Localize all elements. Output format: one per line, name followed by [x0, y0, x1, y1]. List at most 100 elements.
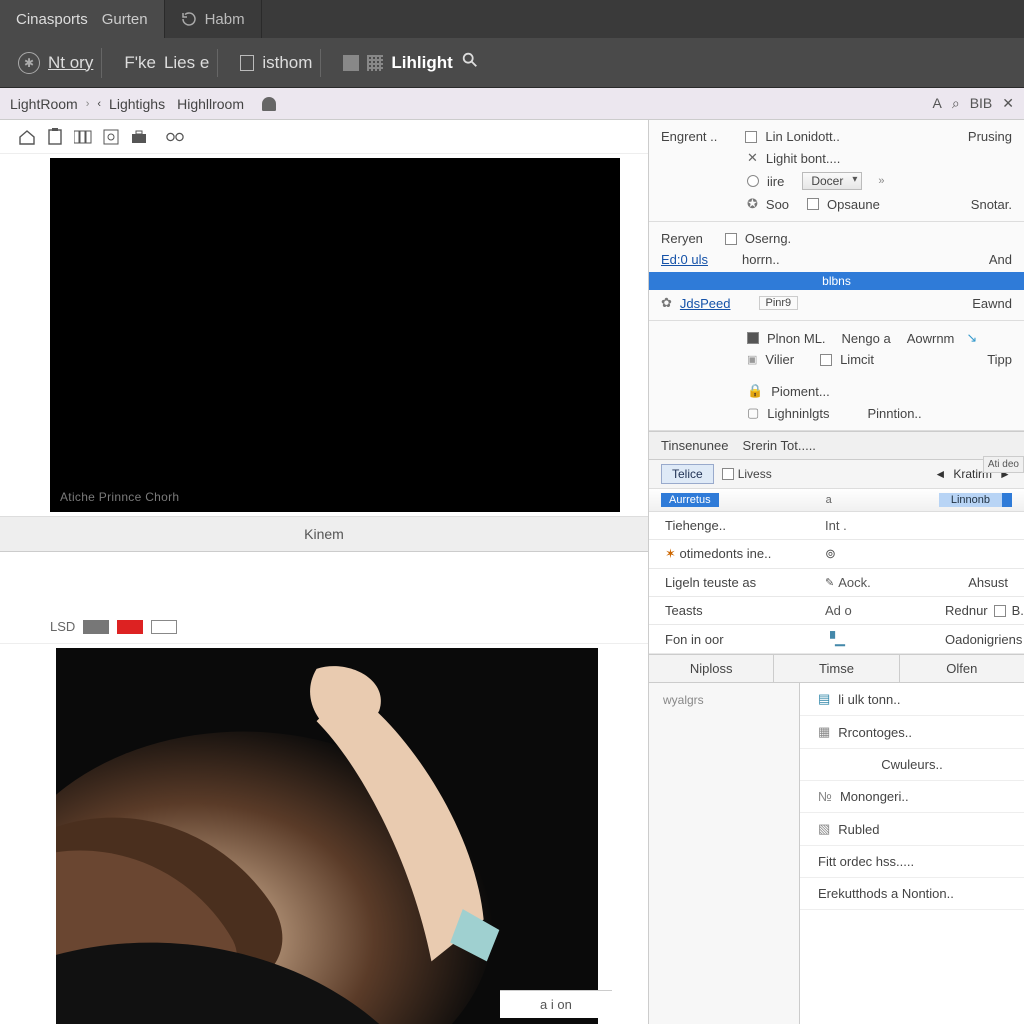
list-item[interactable]: Ligeln teuste as ✎Aock. Ahsust	[649, 569, 1024, 597]
list-item[interactable]: Teasts Ad o Rednur B.	[649, 597, 1024, 625]
menu-item[interactable]: ▧Rubled	[800, 813, 1024, 846]
menu-item[interactable]: Lies e	[164, 53, 209, 73]
briefcase-icon[interactable]	[130, 128, 148, 146]
close-icon[interactable]: ✕	[1002, 95, 1014, 112]
checkbox[interactable]	[820, 354, 832, 366]
menu-item[interactable]: Erekutthods a Nontion..	[800, 878, 1024, 910]
badge: Pinr9	[759, 296, 799, 310]
opt-label[interactable]: Pinntion..	[867, 406, 921, 421]
breadcrumb-item[interactable]: Highllroom	[177, 96, 244, 112]
dropdown-docer[interactable]: Docer	[802, 172, 862, 190]
photo-thumbnail[interactable]	[56, 648, 598, 1024]
preview-footer: Kinem	[0, 516, 648, 552]
breadcrumb-item[interactable]: Lightighs	[109, 96, 165, 112]
panel-reryen: Reryen Oserng. Ed:0 uls horrn.. And blbn…	[649, 222, 1024, 321]
list-item[interactable]: Tiehenge.. Int .	[649, 512, 1024, 540]
opt-label: Soo	[766, 197, 789, 212]
chip-mid: a	[729, 494, 929, 506]
cell-value: Int .	[825, 518, 945, 533]
flag-chip-grey[interactable]	[83, 620, 109, 634]
breadcrumb-bar: LightRoom › ‹ Lightighs Highllroom A ⌕ B…	[0, 88, 1024, 120]
tab-niploss[interactable]: Niploss	[649, 655, 774, 682]
cell-right: Ahsust	[945, 575, 1008, 590]
window-tab-bar: Cinasports Gurten Habm	[0, 0, 1024, 38]
home-icon[interactable]	[18, 128, 36, 146]
opt-label: Lin Lonidott..	[765, 129, 839, 144]
flag-chip-red[interactable]	[117, 620, 143, 634]
right-pane: Engrent .. Lin Lonidott.. Prusing ✕ Ligh…	[649, 120, 1024, 1024]
play-prev-icon[interactable]: ◄	[933, 467, 947, 481]
side-tag: Ati deo	[983, 456, 1024, 473]
close-icon[interactable]: ✕	[747, 150, 758, 166]
menu-item[interactable]: Lihlight	[391, 53, 452, 73]
panel-engrent: Engrent .. Lin Lonidott.. Prusing ✕ Ligh…	[649, 120, 1024, 222]
square-icon	[343, 55, 359, 71]
clipboard-icon[interactable]	[46, 128, 64, 146]
checkbox[interactable]	[747, 332, 759, 344]
search-icon[interactable]: ⌕	[952, 95, 960, 112]
checkbox[interactable]	[722, 468, 734, 480]
preview-footer-label: Kinem	[304, 526, 344, 542]
menu-group-1: ✱ Nt ory	[10, 48, 102, 78]
list-item[interactable]: ✶ otimedonts ine.. ⊚	[649, 540, 1024, 569]
chip-secondary[interactable]: Linnonb	[939, 493, 1012, 507]
grid-icon	[367, 55, 383, 71]
menu-item[interactable]: isthom	[262, 53, 312, 73]
chip-selected[interactable]: Aurretus	[661, 493, 719, 507]
tab-timse[interactable]: Timse	[774, 655, 899, 682]
cell-label: Teasts	[665, 603, 825, 618]
selected-row[interactable]: blbns	[649, 272, 1024, 290]
menu-item[interactable]: Nt ory	[48, 53, 93, 73]
radio[interactable]	[747, 175, 759, 187]
checkbox[interactable]	[745, 131, 757, 143]
text-size-icon[interactable]: A	[933, 95, 942, 112]
preview-canvas[interactable]: Atiche Prinnce Chorh	[50, 158, 620, 512]
opt-label: Vilier	[765, 352, 794, 367]
menu-item[interactable]: №Monongeri..	[800, 781, 1024, 813]
window-tab-1[interactable]: Cinasports Gurten	[0, 0, 165, 38]
arrow-icon: ↘	[966, 330, 977, 346]
menu-item[interactable]: ▦Rrcontoges..	[800, 716, 1024, 749]
bib-label[interactable]: BIB	[970, 95, 993, 112]
checkbox[interactable]	[725, 233, 737, 245]
checkbox[interactable]	[994, 605, 1006, 617]
context-menu: ▤li ulk tonn.. ▦Rrcontoges.. Cwuleurs.. …	[799, 683, 1024, 1024]
frames-icon[interactable]	[74, 128, 92, 146]
strip-label: LSD	[50, 619, 75, 634]
main-area: Atiche Prinnce Chorh Kinem LSD	[0, 120, 1024, 1024]
footer-tag: a i on	[500, 990, 612, 1018]
float-tabs: Telice Livess ◄ Kratirm ►	[649, 460, 1024, 489]
menu-item[interactable]: Fitt ordec hss.....	[800, 846, 1024, 878]
menu-item[interactable]: F'ke	[124, 53, 156, 73]
tab-telice[interactable]: Telice	[661, 464, 714, 484]
chevron-right-icon: ›	[86, 98, 90, 110]
window-tab-2[interactable]: Habm	[165, 0, 262, 38]
panel-plnon: Plnon ML. Nengo a Aowrnm ↘ ▣ Vilier Limc…	[649, 321, 1024, 431]
link-edouls[interactable]: Ed:0 uls	[661, 252, 708, 267]
flag-chip-outline[interactable]	[151, 620, 177, 634]
link-icon[interactable]	[166, 128, 184, 146]
menu-item[interactable]: Cwuleurs..	[800, 749, 1024, 781]
cell-value: ▝▁	[825, 631, 945, 647]
link-jdspeed[interactable]: JdsPeed	[680, 296, 731, 311]
tab-sublabel: Gurten	[102, 11, 148, 28]
search-icon[interactable]	[461, 51, 479, 74]
breadcrumb-item[interactable]: LightRoom	[10, 96, 78, 112]
checkbox[interactable]	[807, 198, 819, 210]
opt-label[interactable]: Lighninlgts	[767, 406, 829, 421]
float-header-label: Srerin Tot.....	[742, 438, 815, 453]
cell-label: ✶ otimedonts ine..	[665, 546, 825, 562]
menu-item[interactable]: ▤li ulk tonn..	[800, 683, 1024, 716]
tool-iconrow	[0, 120, 648, 154]
tab-lives[interactable]: Livess	[722, 467, 772, 481]
opt-right: Eawnd	[972, 296, 1012, 311]
lock-icon: 🔒	[747, 383, 763, 399]
target-icon[interactable]	[102, 128, 120, 146]
left-pane: Atiche Prinnce Chorh Kinem LSD	[0, 120, 649, 1024]
menu-group-3: isthom	[232, 49, 321, 77]
tab-olfen[interactable]: Olfen	[900, 655, 1024, 682]
globe-icon[interactable]: ✱	[18, 52, 40, 74]
page-icon: ▢	[747, 405, 759, 421]
list-item[interactable]: Fon in oor ▝▁ Oadonigriens	[649, 625, 1024, 654]
opt-label[interactable]: Pioment...	[771, 384, 830, 399]
